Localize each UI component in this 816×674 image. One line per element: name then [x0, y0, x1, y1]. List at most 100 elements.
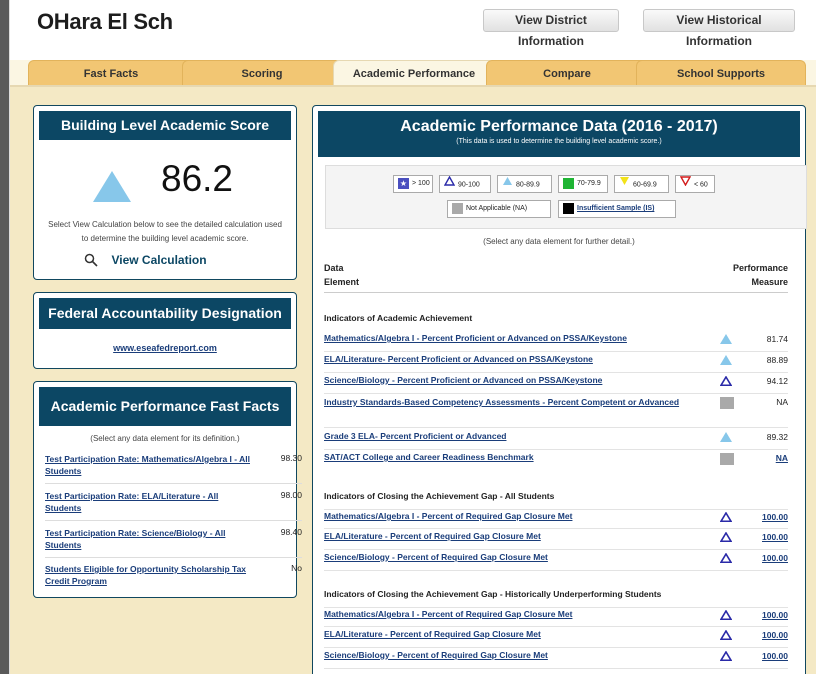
- table-row[interactable]: Mathematics/Algebra I - Percent Proficie…: [324, 332, 788, 352]
- fast-fact-name[interactable]: Test Participation Rate: ELA/Literature …: [45, 490, 255, 514]
- view-historical-button[interactable]: View Historical Information: [643, 9, 795, 48]
- row-name[interactable]: Grade 3 ELA- Percent Proficient or Advan…: [324, 430, 684, 442]
- table-row[interactable]: SAT/ACT College and Career Readiness Ben…: [324, 451, 788, 471]
- row-value[interactable]: NA: [776, 453, 788, 463]
- building-score-description: Select View Calculation below to see the…: [48, 220, 282, 243]
- legend-90-100: 90-100: [439, 175, 491, 193]
- tab-school-supports[interactable]: School Supports: [636, 60, 806, 86]
- view-district-button[interactable]: View District Information: [483, 9, 619, 48]
- row-value: 89.32: [766, 432, 788, 442]
- legend-na: Not Applicable (NA): [447, 200, 551, 218]
- building-score-value: 86.2: [161, 158, 234, 199]
- row-value: 88.89: [766, 355, 788, 365]
- building-score-card: Building Level Academic Score 86.2 Selec…: [33, 105, 297, 280]
- fast-fact-row[interactable]: Test Participation Rate: Mathematics/Alg…: [45, 453, 302, 484]
- row-name[interactable]: Industry Standards-Based Competency Asse…: [324, 395, 684, 409]
- fast-fact-name[interactable]: Test Participation Rate: Mathematics/Alg…: [45, 453, 255, 477]
- table-row[interactable]: Science/Biology - Percent Proficient or …: [324, 374, 788, 394]
- light-blue-triangle-icon: [720, 334, 732, 346]
- legend-is[interactable]: Insufficient Sample (IS): [558, 200, 676, 218]
- gray-square-icon: [452, 202, 463, 214]
- row-name[interactable]: Science/Biology - Percent Proficient or …: [324, 374, 684, 386]
- select-note: (Select any data element for further det…: [483, 237, 635, 246]
- outline-triangle-icon: [719, 609, 733, 622]
- row-name[interactable]: Science/Biology - Percent of Required Ga…: [324, 551, 684, 563]
- table-row[interactable]: Science/Biology - Percent of Required Ga…: [324, 551, 788, 571]
- performance-data-subtitle: (This data is used to determine the buil…: [456, 138, 662, 145]
- table-row[interactable]: Science/Biology - Percent of Required Ga…: [324, 649, 788, 669]
- row-name[interactable]: Mathematics/Algebra I - Percent of Requi…: [324, 510, 684, 522]
- legend-80-89: 80-89.9: [497, 175, 552, 193]
- row-name[interactable]: ELA/Literature - Percent of Required Gap…: [324, 628, 684, 640]
- outline-triangle-icon: [719, 531, 733, 544]
- legend-na-label: Not Applicable (NA): [466, 205, 528, 212]
- legend-80-label: 80-89.9: [516, 181, 540, 189]
- table-row[interactable]: Grade 3 ELA- Percent Proficient or Advan…: [324, 430, 788, 450]
- gray-square-icon: [720, 397, 734, 409]
- red-triangle-icon: [679, 176, 692, 193]
- row-name[interactable]: ELA/Literature- Percent Proficient or Ad…: [324, 353, 684, 365]
- fast-fact-row[interactable]: Test Participation Rate: Science/Biology…: [45, 527, 302, 558]
- col-data: Data: [324, 263, 344, 273]
- green-square-icon: [563, 177, 574, 189]
- fast-fact-value: 98.30: [280, 453, 302, 463]
- table-row[interactable]: Mathematics/Algebra I - Percent of Requi…: [324, 509, 788, 529]
- tab-bar: Fast Facts Scoring Academic Performance …: [10, 60, 816, 86]
- col-performance: Performance: [732, 263, 788, 273]
- row-value[interactable]: 100.00: [762, 512, 788, 522]
- row-value[interactable]: 100.00: [762, 532, 788, 542]
- fast-fact-row[interactable]: Students Eligible for Opportunity Schola…: [45, 563, 302, 594]
- table-row[interactable]: ELA/Literature - Percent of Required Gap…: [324, 530, 788, 550]
- page-frame: OHara El Sch View District Information V…: [9, 0, 816, 674]
- legend-60-label: 60-69.9: [633, 181, 657, 189]
- yellow-triangle-icon: [619, 176, 630, 193]
- table-row[interactable]: ELA/Literature- Percent Proficient or Ad…: [324, 353, 788, 373]
- row-name[interactable]: Mathematics/Algebra I - Percent Proficie…: [324, 332, 684, 344]
- row-value[interactable]: 100.00: [762, 553, 788, 563]
- table-row[interactable]: Mathematics/Algebra I - Percent of Requi…: [324, 607, 788, 627]
- tab-scoring[interactable]: Scoring: [182, 60, 342, 86]
- school-name: OHara El Sch: [37, 9, 173, 34]
- row-name[interactable]: ELA/Literature - Percent of Required Gap…: [324, 530, 684, 542]
- table-row[interactable]: ELA/Literature - Percent of Required Gap…: [324, 628, 788, 648]
- light-blue-triangle-icon: [720, 355, 732, 367]
- legend: ★ > 100 90-100 80-89.9 70-79.9 60-69.9 < …: [325, 165, 807, 229]
- row-name[interactable]: Science/Biology - Percent of Required Ga…: [324, 649, 684, 661]
- performance-data-title: Academic Performance Data (2016 - 2017): [400, 118, 718, 135]
- outline-triangle-icon: [719, 650, 733, 663]
- fast-fact-value: 98.00: [280, 490, 302, 500]
- row-value[interactable]: 100.00: [762, 630, 788, 640]
- fast-fact-name[interactable]: Students Eligible for Opportunity Schola…: [45, 563, 255, 587]
- tab-fast-facts[interactable]: Fast Facts: [28, 60, 194, 86]
- row-value[interactable]: 100.00: [762, 651, 788, 661]
- fast-fact-value: No: [291, 563, 302, 573]
- section-title: Indicators of Academic Achievement: [324, 313, 473, 323]
- tab-compare[interactable]: Compare: [486, 60, 648, 86]
- legend-70-79: 70-79.9: [558, 175, 608, 193]
- outline-triangle-icon: [719, 629, 733, 642]
- light-blue-triangle-icon: [720, 432, 732, 444]
- row-value: 81.74: [766, 334, 788, 344]
- view-calculation-button[interactable]: View Calculation: [84, 251, 207, 269]
- esea-fed-report-link[interactable]: www.eseafedreport.com: [34, 343, 296, 353]
- magnifier-icon: [84, 253, 98, 267]
- federal-accountability-card: Federal Accountability Designation www.e…: [33, 292, 297, 369]
- outline-triangle-icon: [443, 175, 456, 193]
- legend-is-label[interactable]: Insufficient Sample (IS): [577, 205, 654, 212]
- fast-fact-row[interactable]: Test Participation Rate: ELA/Literature …: [45, 490, 302, 521]
- row-name[interactable]: SAT/ACT College and Career Readiness Ben…: [324, 451, 684, 463]
- outline-triangle-icon: [719, 375, 733, 388]
- legend-lt60: < 60: [675, 175, 715, 193]
- row-value: NA: [776, 397, 788, 407]
- row-value[interactable]: 100.00: [762, 610, 788, 620]
- performance-data-header: Academic Performance Data (2016 - 2017) …: [318, 111, 800, 157]
- outline-triangle-icon: [719, 552, 733, 565]
- view-calculation-label: View Calculation: [111, 252, 207, 267]
- row-name[interactable]: Mathematics/Algebra I - Percent of Requi…: [324, 608, 684, 620]
- legend-60-69: 60-69.9: [614, 175, 669, 193]
- fast-fact-name[interactable]: Test Participation Rate: Science/Biology…: [45, 527, 255, 551]
- tab-academic-performance[interactable]: Academic Performance: [333, 60, 495, 86]
- score-triangle-icon: [93, 171, 131, 202]
- federal-accountability-title: Federal Accountability Designation: [39, 298, 291, 329]
- table-row[interactable]: Industry Standards-Based Competency Asse…: [324, 395, 788, 428]
